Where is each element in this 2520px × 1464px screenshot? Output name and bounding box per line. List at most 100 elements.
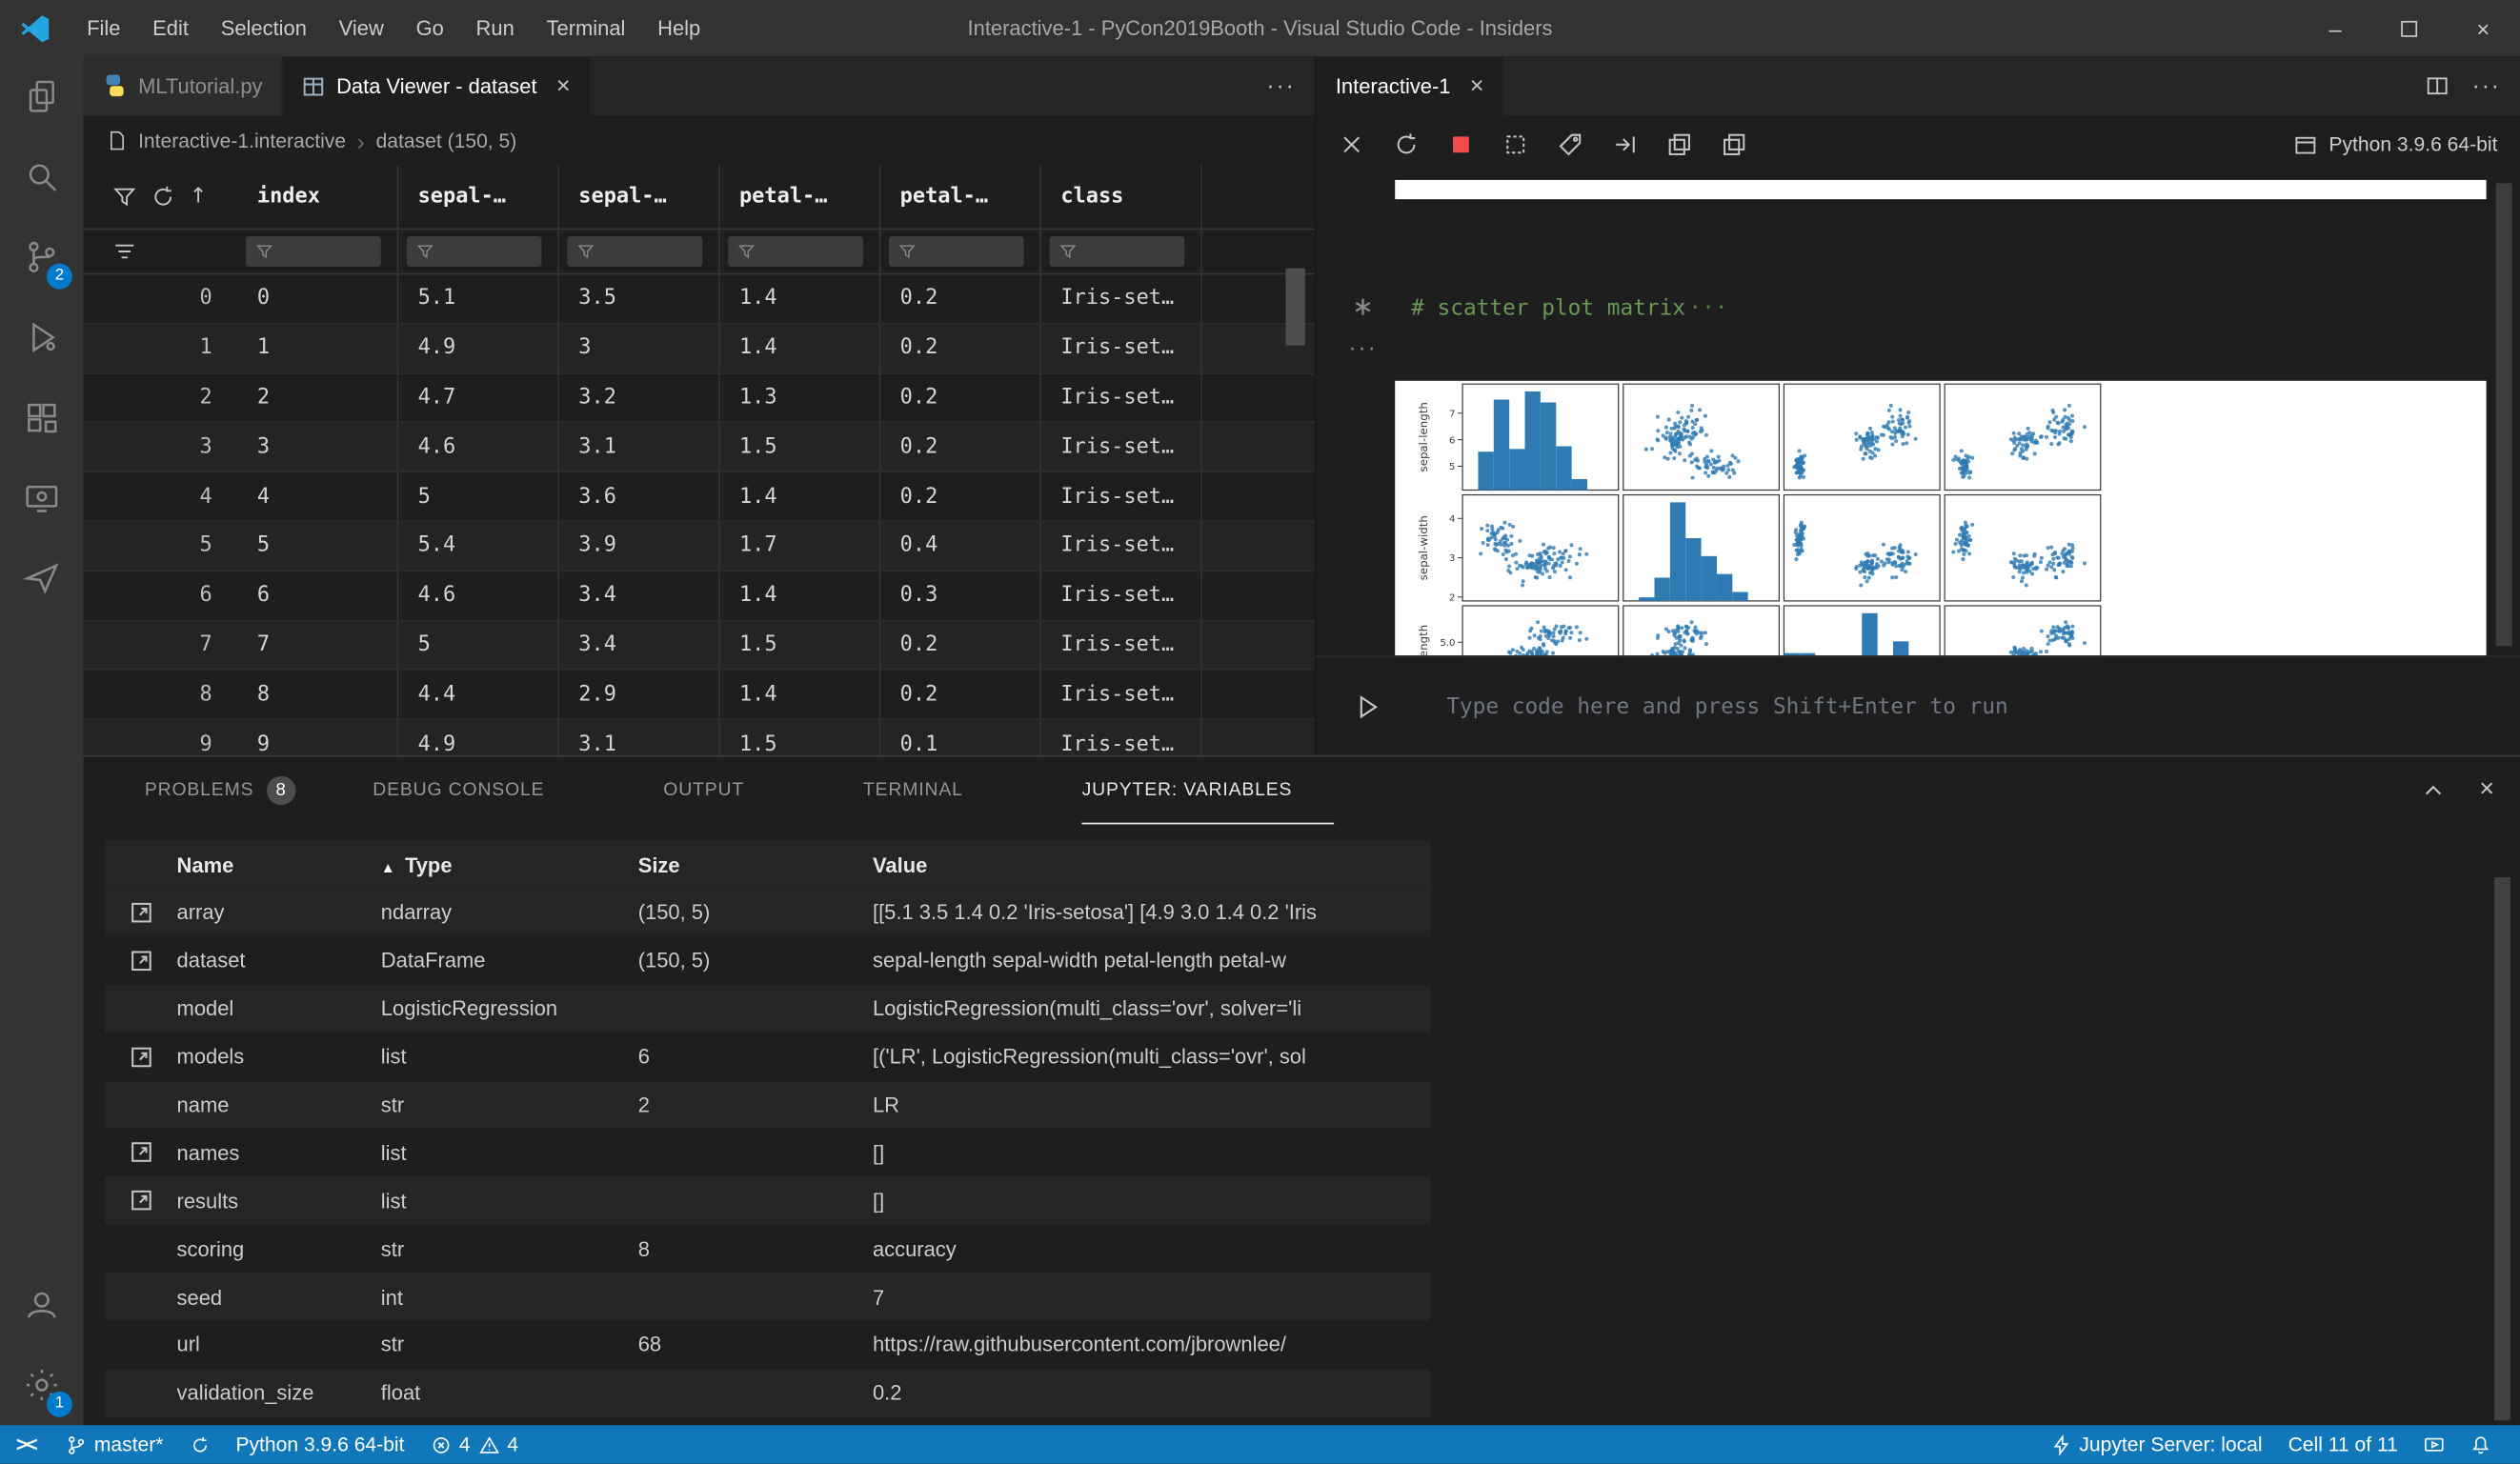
breadcrumb-item[interactable]: dataset (150, 5)	[376, 130, 517, 152]
variable-row[interactable]: url str 68 https://raw.githubusercontent…	[104, 1320, 1431, 1370]
maximize-panel-icon[interactable]	[2422, 779, 2445, 802]
more-actions-icon[interactable]: ···	[2471, 72, 2500, 100]
refresh-icon[interactable]	[151, 185, 175, 209]
run-debug-icon[interactable]	[0, 297, 84, 377]
grid-column-header[interactable]: petal-…	[720, 165, 881, 229]
kernel-selector[interactable]: Python 3.9.6 64-bit	[2293, 132, 2497, 156]
variable-row[interactable]: dataset DataFrame (150, 5) sepal-length …	[104, 936, 1431, 985]
open-in-data-viewer-icon[interactable]	[105, 948, 177, 973]
remote-explorer-icon[interactable]	[0, 458, 84, 538]
jupyter-server-indicator[interactable]: Jupyter Server: local	[2038, 1425, 2276, 1463]
menu-item[interactable]: File	[71, 0, 136, 56]
variable-row[interactable]: model LogisticRegression LogisticRegress…	[104, 984, 1431, 1033]
restart-kernel-icon[interactable]	[1394, 131, 1420, 157]
folded-code-dots[interactable]: ···	[1688, 295, 1727, 321]
branch-indicator[interactable]: master*	[52, 1425, 176, 1463]
source-control-icon[interactable]: 2	[0, 217, 84, 297]
explorer-icon[interactable]	[0, 56, 84, 136]
cell-more-actions-icon[interactable]: ···	[1348, 334, 1377, 362]
table-row[interactable]: 6 6 4.6 3.4 1.4 0.3 Iris-set…	[83, 572, 1315, 622]
open-in-data-viewer-icon[interactable]	[105, 900, 177, 926]
settings-gear-icon[interactable]: 1	[0, 1345, 84, 1425]
grid-column-header[interactable]: class	[1041, 165, 1202, 229]
run-cell-icon[interactable]	[1353, 692, 1381, 720]
tab-close-icon[interactable]: ×	[1470, 74, 1484, 98]
minimize-button[interactable]: –	[2298, 0, 2372, 56]
table-row[interactable]: 9 9 4.9 3.1 1.5 0.1 Iris-set…	[83, 720, 1315, 755]
interrupt-kernel-icon[interactable]	[1448, 131, 1474, 157]
search-icon[interactable]	[0, 136, 84, 216]
code-input[interactable]	[1446, 692, 2520, 719]
open-in-data-viewer-icon[interactable]	[105, 1140, 177, 1166]
interactive-scrollbar-thumb[interactable]	[2495, 183, 2512, 647]
cell-marker-icon[interactable]	[1352, 295, 1375, 318]
tab-close-icon[interactable]: ×	[556, 74, 571, 98]
split-editor-icon[interactable]	[2426, 74, 2449, 98]
collapse-cells-icon[interactable]	[1722, 131, 1747, 157]
grid-column-header[interactable]: sepal-…	[398, 165, 560, 229]
close-panel-icon[interactable]: ×	[2479, 776, 2494, 805]
tab-mltutorial[interactable]: MLTutorial.py	[83, 56, 284, 116]
table-row[interactable]: 4 4 5 3.6 1.4 0.2 Iris-set…	[83, 472, 1315, 523]
filter-icon[interactable]	[112, 185, 136, 209]
grid-scrollbar-thumb[interactable]	[1285, 268, 1305, 346]
table-row[interactable]: 3 3 4.6 3.1 1.5 0.2 Iris-set…	[83, 423, 1315, 473]
sync-indicator[interactable]	[176, 1425, 223, 1463]
notifications-indicator[interactable]	[2457, 1425, 2504, 1463]
column-header-name[interactable]: Name	[177, 852, 381, 876]
variable-row[interactable]: names list []	[104, 1128, 1431, 1177]
live-share-icon[interactable]	[0, 538, 84, 618]
grid-column-header[interactable]: petal-…	[880, 165, 1042, 229]
column-header-size[interactable]: Size	[638, 852, 873, 876]
breadcrumb-file[interactable]: Interactive-1.interactive	[138, 130, 346, 152]
menu-item[interactable]: Terminal	[531, 0, 642, 56]
variable-row[interactable]: scoring str 8 accuracy	[104, 1224, 1431, 1273]
table-row[interactable]: 8 8 4.4 2.9 1.4 0.2 Iris-set…	[83, 671, 1315, 721]
variable-row[interactable]: results list []	[104, 1176, 1431, 1225]
panel-tab[interactable]: PROBLEMS 8	[145, 757, 296, 825]
table-row[interactable]: 2 2 4.7 3.2 1.3 0.2 Iris-set…	[83, 373, 1315, 424]
clear-filters-icon[interactable]	[112, 239, 136, 263]
menu-item[interactable]: Help	[641, 0, 716, 56]
open-in-data-viewer-icon[interactable]	[105, 1188, 177, 1213]
menu-item[interactable]: Edit	[136, 0, 205, 56]
grid-column-header[interactable]: index	[238, 165, 399, 229]
remote-indicator[interactable]: ><	[0, 1425, 52, 1463]
column-header-type[interactable]: ▲ Type	[381, 852, 638, 876]
close-button[interactable]: ×	[2446, 0, 2520, 56]
tab-data-viewer[interactable]: Data Viewer - dataset ×	[283, 56, 592, 116]
menu-item[interactable]: Run	[460, 0, 531, 56]
table-row[interactable]: 1 1 4.9 3 1.4 0.2 Iris-set…	[83, 324, 1315, 374]
variable-row[interactable]: name str 2 LR	[104, 1080, 1431, 1129]
table-row[interactable]: 5 5 5.4 3.9 1.7 0.4 Iris-set…	[83, 522, 1315, 572]
more-actions-icon[interactable]: ···	[1266, 72, 1295, 100]
maximize-button[interactable]	[2372, 0, 2447, 56]
variable-row[interactable]: array ndarray (150, 5) [[5.1 3.5 1.4 0.2…	[104, 888, 1431, 937]
column-header-value[interactable]: Value	[873, 852, 1430, 876]
grid-column-header[interactable]: sepal-…	[559, 165, 720, 229]
sort-ascending-icon[interactable]: ↑	[190, 185, 207, 209]
variable-explorer-icon[interactable]	[1502, 131, 1528, 157]
menu-item[interactable]: Selection	[205, 0, 323, 56]
accounts-icon[interactable]	[0, 1265, 84, 1345]
panel-tab[interactable]: OUTPUT	[663, 757, 786, 825]
plot-output[interactable]: sepal-length 5 6 7 sepal-width 2 3 4 petal-lengt…	[1395, 380, 2487, 656]
table-row[interactable]: 7 7 5 3.4 1.5 0.2 Iris-set…	[83, 621, 1315, 672]
interpreter-indicator[interactable]: Python 3.9.6 64-bit	[223, 1425, 417, 1463]
open-in-data-viewer-icon[interactable]	[105, 1044, 177, 1070]
variable-row[interactable]: models list 6 [('LR', LogisticRegression…	[104, 1033, 1431, 1081]
menu-item[interactable]: Go	[400, 0, 460, 56]
table-row[interactable]: 0 0 5.1 3.5 1.4 0.2 Iris-set…	[83, 274, 1315, 325]
problems-indicator[interactable]: 4 4	[417, 1425, 532, 1463]
tab-interactive[interactable]: Interactive-1 ×	[1316, 56, 1505, 116]
variable-row[interactable]: seed int 7	[104, 1273, 1431, 1321]
panel-scrollbar-thumb[interactable]	[2494, 877, 2510, 1421]
goto-source-icon[interactable]	[1612, 131, 1638, 157]
screencast-indicator[interactable]	[2410, 1425, 2457, 1463]
expand-cells-icon[interactable]	[1666, 131, 1692, 157]
panel-tab[interactable]: TERMINAL	[863, 757, 1005, 825]
export-notebook-icon[interactable]	[1558, 131, 1583, 157]
menu-item[interactable]: View	[323, 0, 400, 56]
variable-row[interactable]: validation_size float 0.2	[104, 1369, 1431, 1417]
panel-tab[interactable]: JUPYTER: VARIABLES	[1081, 757, 1335, 825]
